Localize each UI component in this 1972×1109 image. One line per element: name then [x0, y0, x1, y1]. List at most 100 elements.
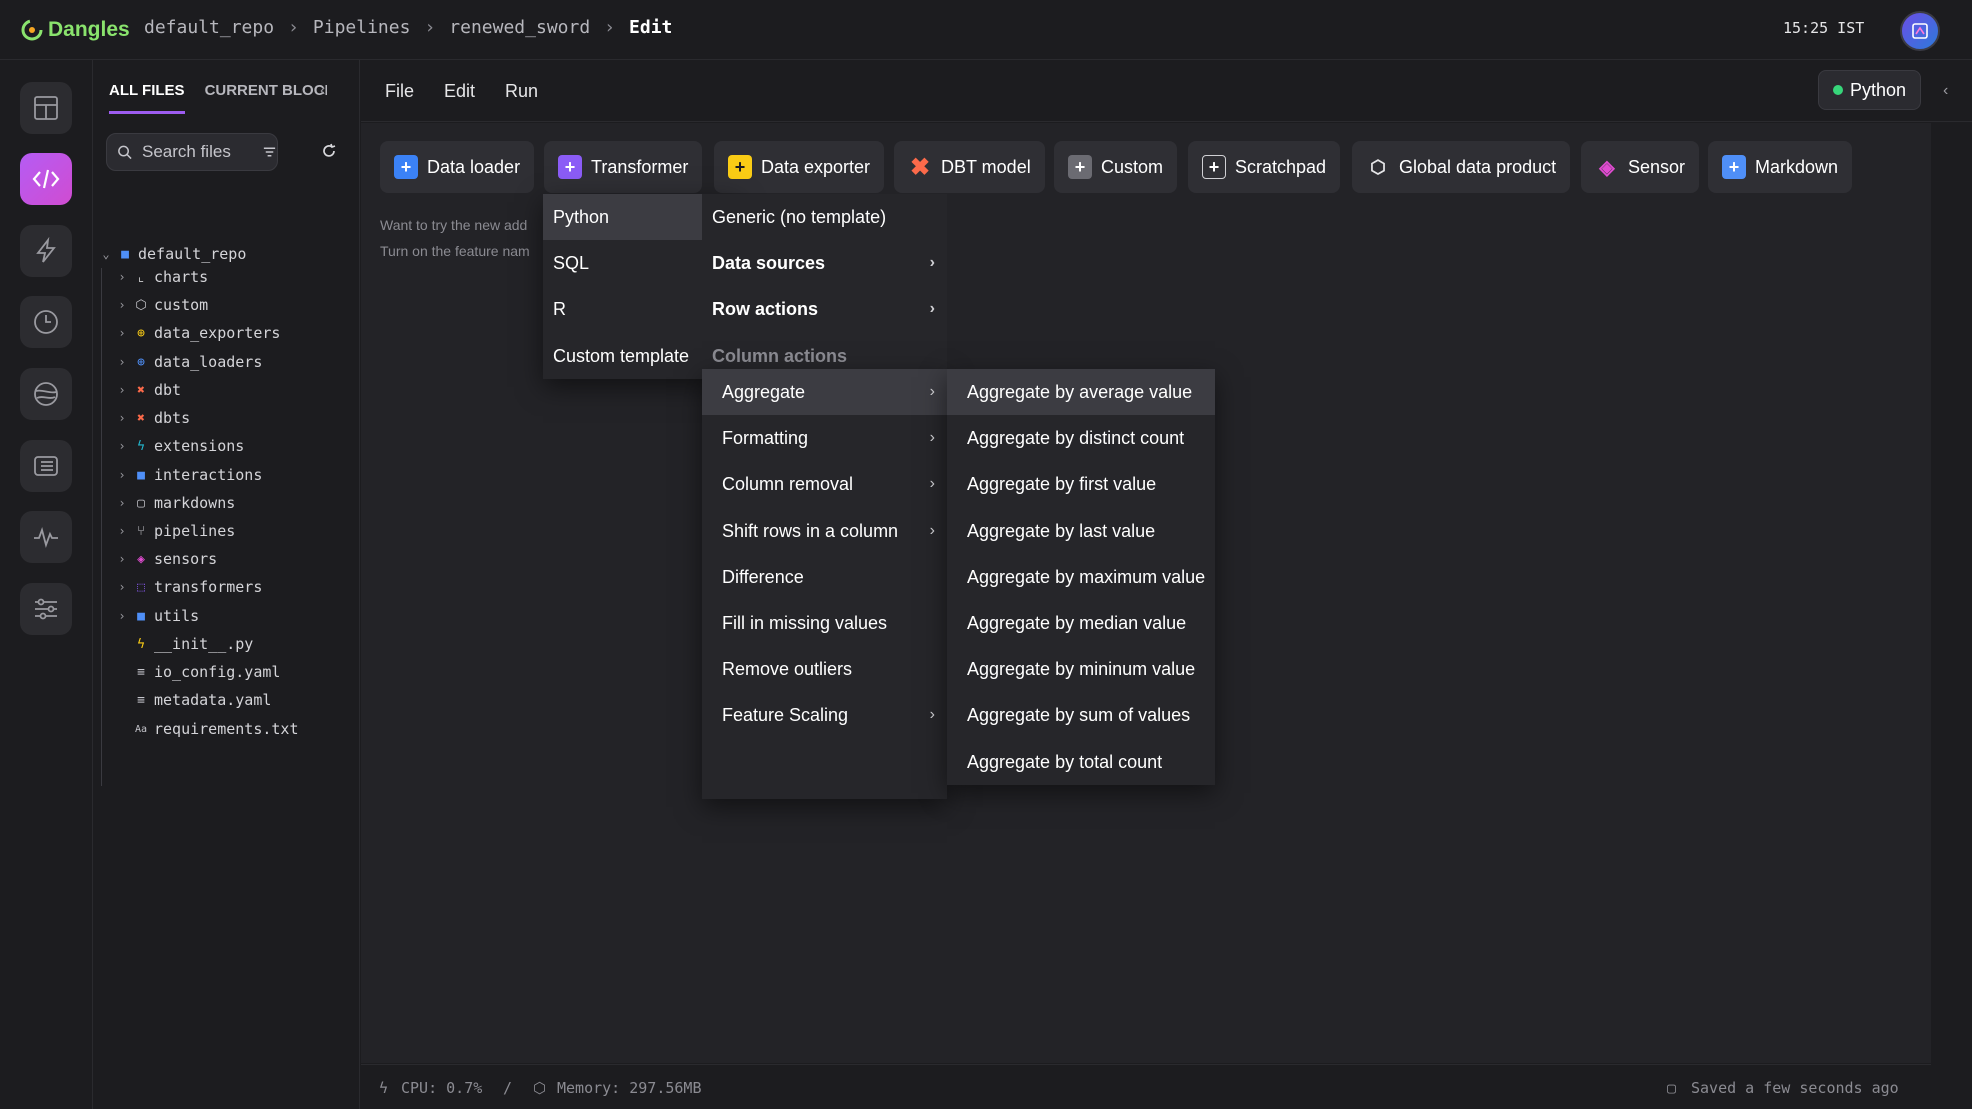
add-data-loader-button[interactable]: + Data loader	[380, 141, 535, 193]
tree-folder-sensors[interactable]: › ◈ sensors	[114, 547, 217, 571]
rail-global-button[interactable]	[20, 368, 72, 420]
menu-item-agg-distinct[interactable]: Aggregate by distinct count	[947, 415, 1215, 461]
menu-item-formatting[interactable]: Formatting ›	[702, 415, 947, 461]
app-logo[interactable]: Dangles	[20, 15, 130, 45]
tree-folder-transformers[interactable]: › ⬚ transformers	[114, 575, 262, 599]
menu-item-agg-sum[interactable]: Aggregate by sum of values	[947, 692, 1215, 738]
chevron-right-icon: ›	[118, 298, 126, 312]
status-bar: ϟ CPU: 0.7% / ⬡ Memory: 297.56MB ▢ Saved…	[361, 1064, 1931, 1109]
kernel-status-button[interactable]: Python	[1818, 70, 1922, 110]
tree-folder-dbts[interactable]: › ✖ dbts	[114, 406, 190, 430]
tree-folder-pipelines[interactable]: › ⑂ pipelines	[114, 519, 235, 543]
menu-item-feature-scaling[interactable]: Feature Scaling ›	[702, 692, 947, 738]
rail-monitor-button[interactable]	[20, 511, 72, 563]
tree-file-init[interactable]: ϟ __init__.py	[130, 632, 253, 656]
menu-item-agg-median[interactable]: Aggregate by median value	[947, 600, 1215, 646]
logo-icon	[21, 19, 43, 41]
menu-item-agg-maximum[interactable]: Aggregate by maximum value	[947, 554, 1215, 600]
menu-item-agg-minimum[interactable]: Aggregate by mininum value	[947, 646, 1215, 692]
add-data-exporter-button[interactable]: + Data exporter	[714, 141, 885, 193]
menu-item-remove-outliers[interactable]: Remove outliers	[702, 646, 947, 692]
search-box[interactable]	[106, 133, 278, 171]
menu-item-row-actions[interactable]: Row actions ›	[702, 286, 947, 332]
add-markdown-button[interactable]: + Markdown	[1708, 141, 1853, 193]
menu-item-column-removal[interactable]: Column removal ›	[702, 461, 947, 507]
upload-icon: ⊕	[137, 325, 145, 341]
menu-item-agg-last[interactable]: Aggregate by last value	[947, 508, 1215, 554]
chevron-right-icon: ›	[929, 300, 935, 317]
menu-item-label: Remove outliers	[722, 658, 853, 679]
menu-item-agg-first[interactable]: Aggregate by first value	[947, 461, 1215, 507]
menu-item-difference[interactable]: Difference	[702, 554, 947, 600]
rail-settings-button[interactable]	[20, 583, 72, 635]
right-panel-strip	[1932, 123, 1972, 1109]
add-global-data-product-button[interactable]: ⬡ Global data product	[1352, 141, 1571, 193]
chevron-right-icon: ›	[118, 326, 126, 340]
tree-label: transformers	[154, 578, 263, 596]
menu-item-generic[interactable]: Generic (no template)	[702, 194, 947, 240]
activity-icon	[34, 527, 58, 548]
chevron-left-icon[interactable]: ‹	[320, 82, 325, 100]
button-label: Custom	[1101, 156, 1164, 177]
layout-icon	[34, 96, 58, 120]
tree-label: custom	[154, 296, 209, 314]
pipeline-icon: ⑂	[137, 523, 145, 539]
rail-code-button[interactable]	[20, 153, 72, 205]
menu-item-data-sources[interactable]: Data sources ›	[702, 240, 947, 286]
breadcrumb-repo[interactable]: default_repo	[144, 17, 274, 38]
tree-label: utils	[154, 607, 200, 625]
chevron-right-icon: ›	[118, 439, 126, 453]
tree-folder-charts[interactable]: › ⌞ charts	[114, 265, 208, 289]
add-custom-button[interactable]: + Custom	[1054, 141, 1178, 193]
menu-item-agg-average[interactable]: Aggregate by average value	[947, 369, 1215, 415]
tree-folder-interactions[interactable]: › ■ interactions	[114, 463, 262, 487]
search-input[interactable]	[142, 142, 252, 162]
plus-icon: +	[1202, 155, 1226, 179]
chevron-left-icon[interactable]: ‹	[1943, 82, 1948, 100]
tree-label: sensors	[154, 550, 218, 568]
menu-run[interactable]: Run	[505, 81, 538, 102]
tab-current-block[interactable]: CURRENT BLOCK	[205, 82, 327, 114]
tree-folder-extensions[interactable]: › ϟ extensions	[114, 434, 244, 458]
menu-item-aggregate[interactable]: Aggregate ›	[702, 369, 947, 415]
tree-root[interactable]: ⌄ ■ default_repo	[98, 242, 246, 266]
tree-folder-dbt[interactable]: › ✖ dbt	[114, 378, 181, 402]
add-sensor-button[interactable]: ◈ Sensor	[1581, 141, 1700, 193]
refresh-icon[interactable]	[320, 142, 338, 160]
tree-label: metadata.yaml	[154, 691, 272, 709]
menu-item-label: Aggregate by total count	[967, 751, 1163, 772]
tree-file-metadata[interactable]: ≡ metadata.yaml	[130, 688, 271, 712]
tree-folder-data-exporters[interactable]: › ⊕ data_exporters	[114, 321, 280, 345]
menu-file[interactable]: File	[385, 81, 414, 102]
rail-triggers-button[interactable]	[20, 225, 72, 277]
tree-folder-utils[interactable]: › ■ utils	[114, 604, 199, 628]
avatar[interactable]	[1900, 11, 1940, 51]
add-dbt-model-button[interactable]: ✖ DBT model	[894, 141, 1045, 193]
hint-line-2: Turn on the feature nam	[380, 243, 530, 259]
menu-edit[interactable]: Edit	[444, 81, 475, 102]
menu-item-label: Aggregate by maximum value	[967, 566, 1206, 587]
tree-folder-markdowns[interactable]: › ▢ markdowns	[114, 491, 235, 515]
breadcrumb-pipelines[interactable]: Pipelines	[313, 17, 411, 38]
status-divider: /	[503, 1079, 513, 1097]
menu-item-fill-missing[interactable]: Fill in missing values	[702, 600, 947, 646]
add-scratchpad-button[interactable]: + Scratchpad	[1188, 141, 1341, 193]
tree-folder-custom[interactable]: › ⬡ custom	[114, 293, 208, 317]
menu-item-shift-rows[interactable]: Shift rows in a column ›	[702, 508, 947, 554]
menu-item-label: Difference	[722, 566, 804, 587]
aggregate-menu: Aggregate by average value Aggregate by …	[947, 369, 1215, 785]
lightning-icon: ϟ	[137, 438, 145, 454]
filter-icon[interactable]	[262, 144, 277, 160]
tree-label: markdowns	[154, 494, 236, 512]
tree-file-io-config[interactable]: ≡ io_config.yaml	[130, 660, 280, 684]
rail-terminal-button[interactable]	[20, 440, 72, 492]
rail-layout-button[interactable]	[20, 82, 72, 134]
menu-item-label: Aggregate by average value	[967, 381, 1193, 402]
tab-all-files[interactable]: ALL FILES	[109, 82, 185, 114]
tree-folder-data-loaders[interactable]: › ⊕ data_loaders	[114, 350, 262, 374]
breadcrumb-pipeline[interactable]: renewed_sword	[449, 17, 590, 38]
rail-runs-button[interactable]	[20, 296, 72, 348]
menu-item-agg-total-count[interactable]: Aggregate by total count	[947, 739, 1215, 785]
add-transformer-button[interactable]: + Transformer	[544, 141, 703, 193]
tree-file-requirements[interactable]: Aa requirements.txt	[130, 717, 299, 741]
